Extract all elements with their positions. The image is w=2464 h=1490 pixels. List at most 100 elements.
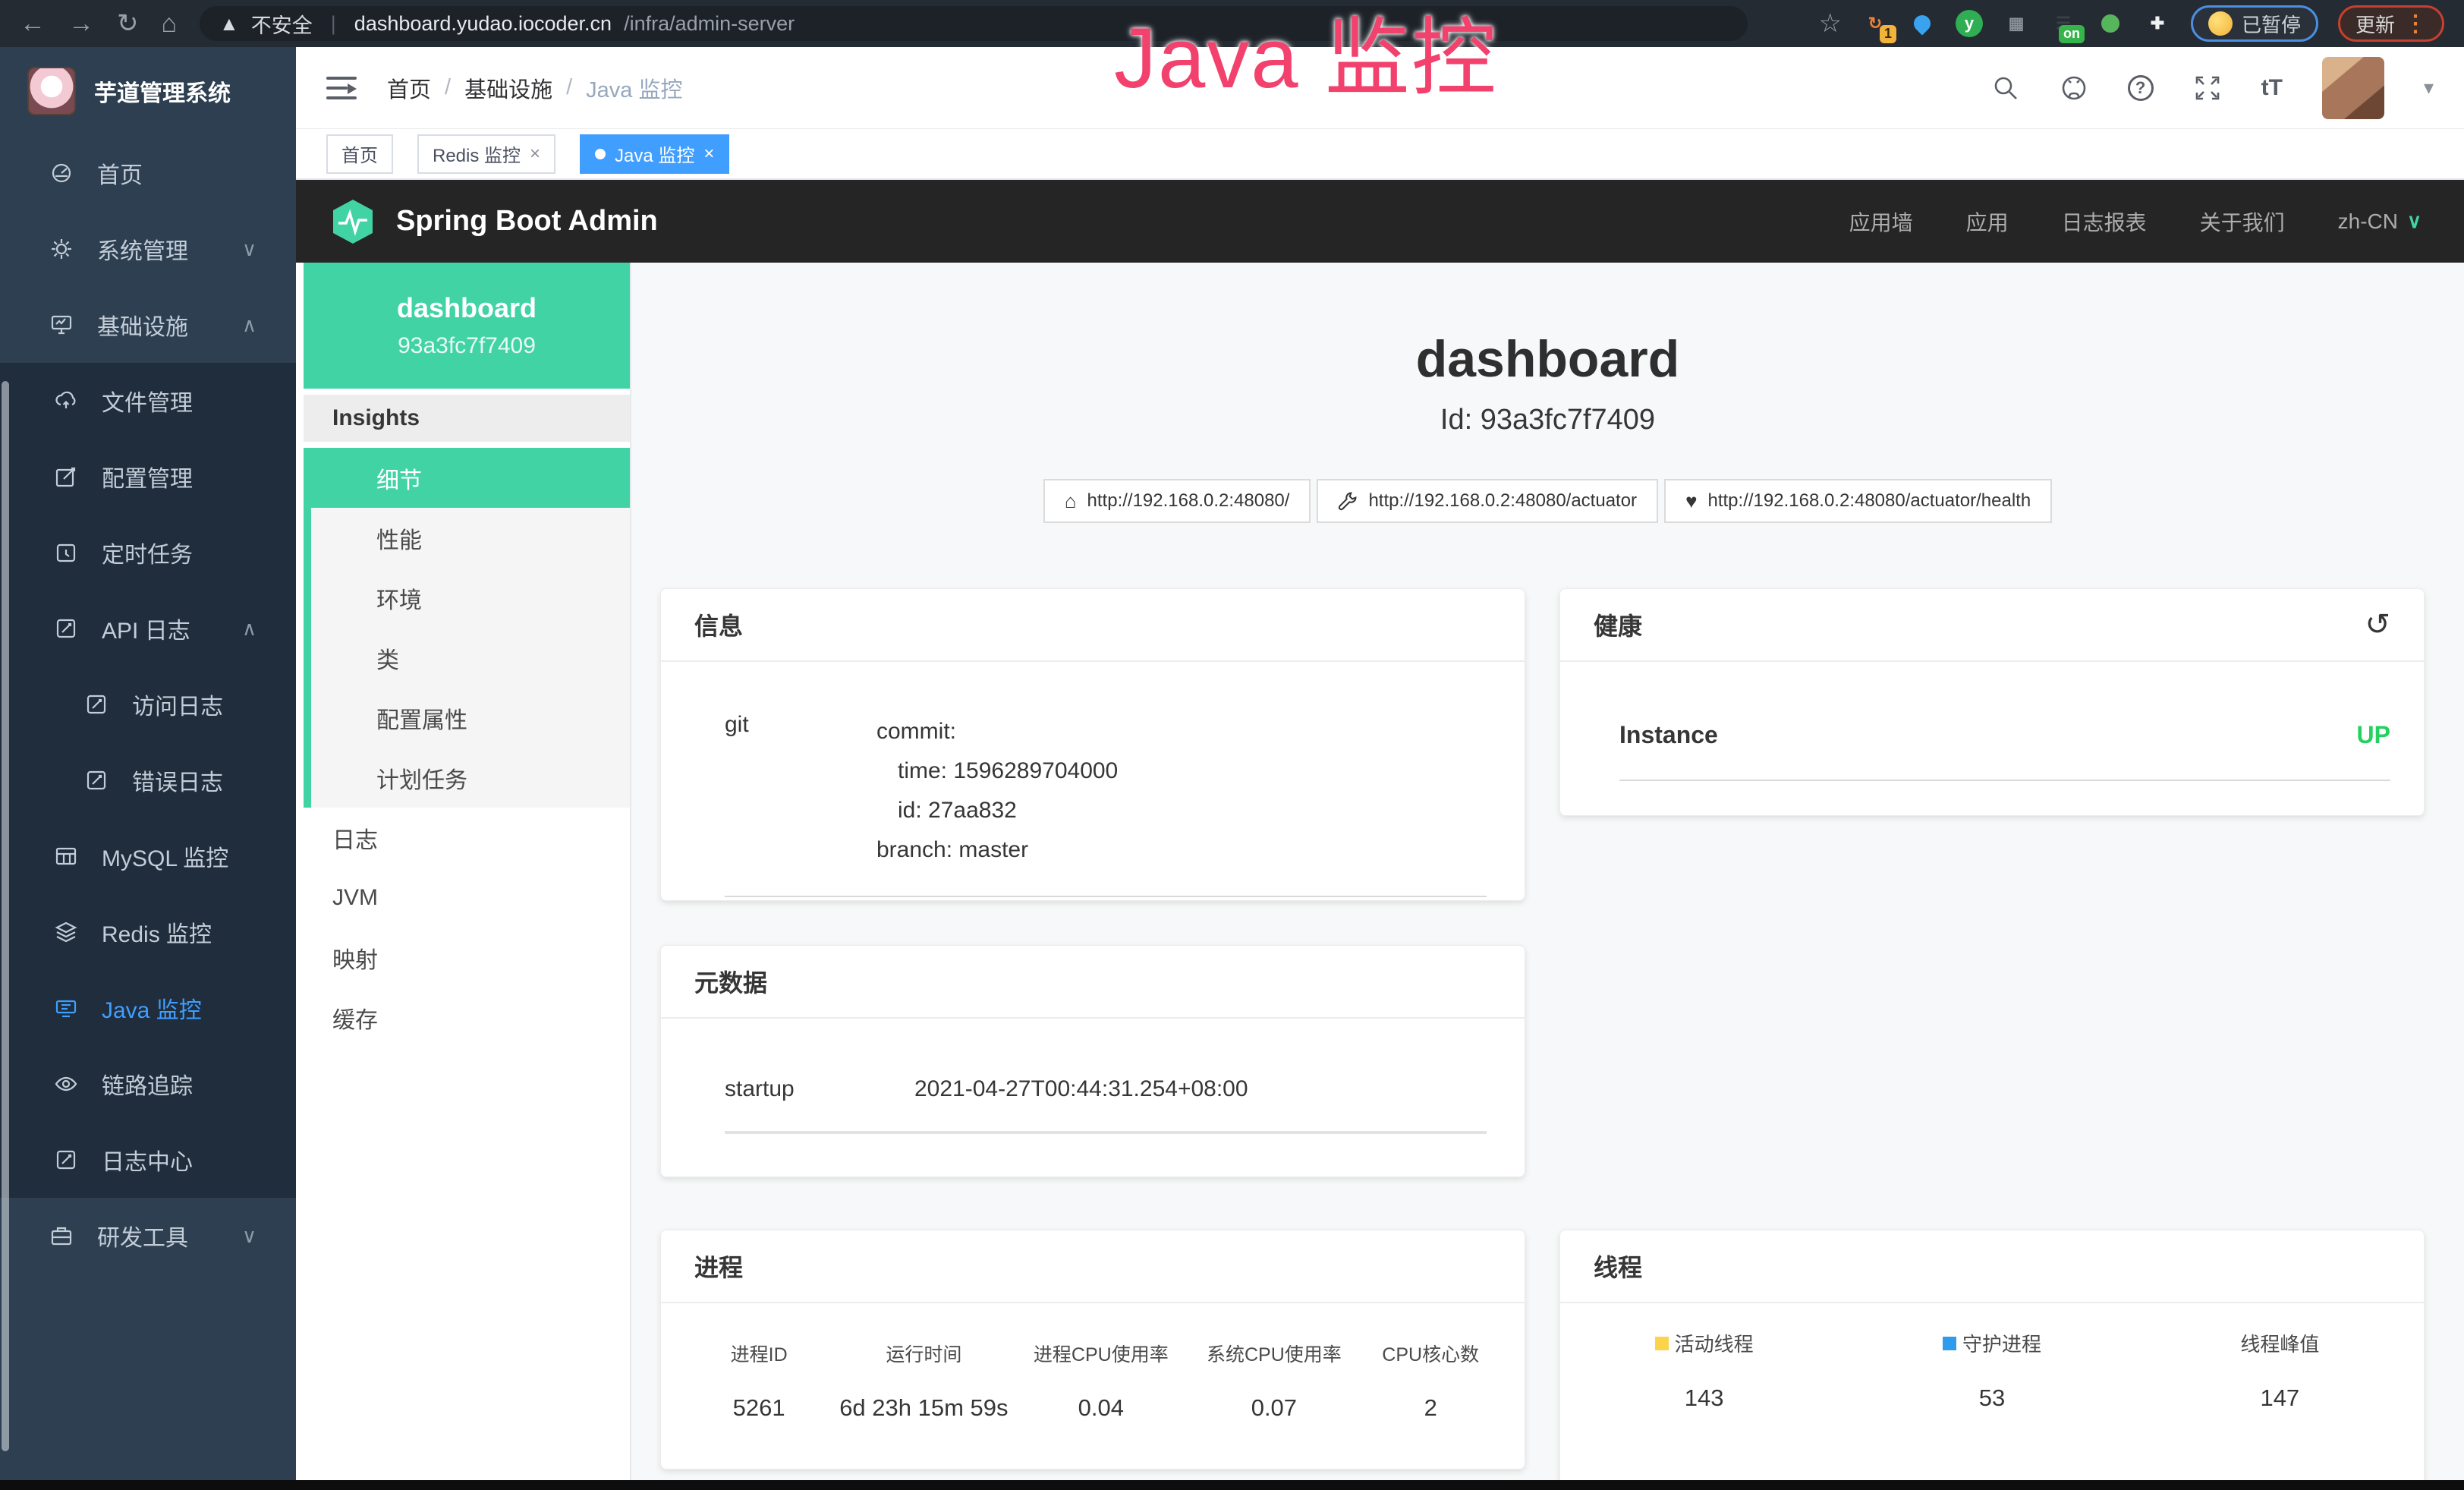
- extension-y-icon[interactable]: y: [1956, 10, 1983, 37]
- legend-label: 守护进程: [1962, 1329, 2041, 1357]
- health-card-title: 健康: [1594, 607, 1642, 642]
- sidebar-label: API 日志: [102, 612, 190, 645]
- profile-paused-chip[interactable]: 已暂停: [2191, 5, 2318, 42]
- extension-grid-icon[interactable]: ▦: [2003, 10, 2030, 37]
- sidebar-item-log-center[interactable]: 日志中心: [0, 1122, 296, 1198]
- metadata-key: startup: [725, 1076, 914, 1102]
- breadcrumb-home[interactable]: 首页: [387, 72, 431, 104]
- sidebar-item-dev-tools[interactable]: 研发工具 ∨: [0, 1198, 296, 1274]
- sidebar-label: Redis 监控: [102, 915, 212, 949]
- live-threads-value: 143: [1560, 1384, 1848, 1412]
- insights-item-metrics[interactable]: 性能: [311, 508, 630, 568]
- sidebar-item-trace[interactable]: 链路追踪: [0, 1046, 296, 1122]
- not-secure-label: 不安全: [251, 9, 313, 39]
- instance-item-logs[interactable]: 日志: [296, 808, 630, 868]
- app-logo-row[interactable]: 芋道管理系统: [0, 47, 296, 135]
- help-icon[interactable]: ?: [2128, 75, 2154, 101]
- sidebar-label: MySQL 监控: [102, 840, 228, 873]
- health-instance-row[interactable]: Instance UP: [1619, 721, 2390, 781]
- home-icon[interactable]: ⌂: [162, 11, 178, 36]
- sidebar-item-api-log[interactable]: API 日志 ∧: [0, 591, 296, 666]
- search-icon[interactable]: [1991, 74, 2020, 102]
- table-icon: [55, 845, 77, 868]
- instance-item-mappings[interactable]: 映射: [296, 928, 630, 988]
- sidebar-item-mysql[interactable]: MySQL 监控: [0, 818, 296, 894]
- avatar[interactable]: [2322, 57, 2384, 119]
- instance-links-row: ⌂ http://192.168.0.2:48080/ http://192.1…: [631, 479, 2464, 523]
- legend-label: 活动线程: [1675, 1329, 1754, 1357]
- update-browser-button[interactable]: 更新 ⋮: [2338, 5, 2444, 42]
- bookmark-star-icon[interactable]: ☆: [1818, 11, 1841, 36]
- sidebar-item-java[interactable]: Java 监控: [0, 970, 296, 1046]
- hamburger-icon[interactable]: [326, 75, 357, 101]
- insights-item-environment[interactable]: 环境: [311, 568, 630, 628]
- sba-link-applications[interactable]: 应用: [1966, 206, 2009, 237]
- process-pid: 5261: [681, 1394, 837, 1422]
- sidebar-scrollbar[interactable]: [2, 381, 9, 1451]
- insights-item-details[interactable]: 细节: [311, 448, 630, 508]
- sidebar-item-redis[interactable]: Redis 监控: [0, 894, 296, 970]
- reload-icon[interactable]: ↻: [117, 11, 139, 36]
- page-head: dashboard Id: 93a3fc7f7409 ⌂ http://192.…: [631, 263, 2464, 523]
- instance-item-caches[interactable]: 缓存: [296, 988, 630, 1047]
- fullscreen-icon[interactable]: [2193, 74, 2222, 102]
- insights-item-scheduled-tasks[interactable]: 计划任务: [311, 748, 630, 808]
- service-url-button[interactable]: ⌂ http://192.168.0.2:48080/: [1043, 479, 1311, 523]
- extension-list-icon[interactable]: ☰on: [2050, 10, 2077, 37]
- process-card-body: 进程ID 运行时间 进程CPU使用率 系统CPU使用率 CPU核心数 5261 …: [661, 1303, 1525, 1422]
- service-url: http://192.168.0.2:48080/: [1087, 490, 1290, 512]
- extension-sync-icon[interactable]: ↻1: [1861, 10, 1889, 37]
- sba-link-journal[interactable]: 日志报表: [2062, 206, 2147, 237]
- threads-card-header: 线程: [1560, 1230, 2424, 1303]
- address-bar[interactable]: ▲ 不安全 | dashboard.yudao.iocoder.cn/infra…: [200, 6, 1748, 41]
- health-url-button[interactable]: ♥ http://192.168.0.2:48080/actuator/heal…: [1664, 479, 2052, 523]
- git-time-line: time: 1596289704000: [898, 751, 1487, 791]
- instance-header[interactable]: dashboard 93a3fc7f7409: [304, 263, 630, 389]
- tab-redis-monitor[interactable]: Redis 监控 ×: [417, 134, 555, 174]
- instance-item-jvm[interactable]: JVM: [296, 868, 630, 928]
- process-card-title: 进程: [694, 1249, 743, 1284]
- sidebar-item-home[interactable]: 首页: [0, 135, 296, 211]
- avatar-caret-icon[interactable]: ▾: [2424, 76, 2434, 99]
- actuator-url: http://192.168.0.2:48080/actuator: [1368, 490, 1637, 512]
- actuator-url-button[interactable]: http://192.168.0.2:48080/actuator: [1317, 479, 1658, 523]
- process-card-header: 进程: [661, 1230, 1525, 1303]
- close-icon[interactable]: ×: [703, 143, 714, 165]
- extensions-puzzle-icon[interactable]: ✚: [2144, 10, 2171, 37]
- extension-pin-icon[interactable]: [1909, 10, 1936, 37]
- extension-search-icon[interactable]: [2097, 10, 2124, 37]
- chevron-down-icon: ∨: [242, 238, 256, 261]
- info-value: commit: time: 1596289704000 id: 27aa832 …: [876, 712, 1487, 870]
- sidebar-item-file[interactable]: 文件管理: [0, 363, 296, 439]
- sidebar-item-config[interactable]: 配置管理: [0, 439, 296, 515]
- text-size-icon[interactable]: tT: [2261, 75, 2283, 101]
- close-icon[interactable]: ×: [530, 143, 540, 165]
- insights-item-config-props[interactable]: 配置属性: [311, 688, 630, 748]
- sba-link-about[interactable]: 关于我们: [2200, 206, 2285, 237]
- sidebar-item-infra[interactable]: 基础设施 ∧: [0, 287, 296, 363]
- back-icon[interactable]: ←: [20, 11, 46, 36]
- browser-menu-kebab-icon[interactable]: ⋮: [2404, 11, 2427, 37]
- health-card-body: Instance UP: [1560, 662, 2424, 781]
- chevron-down-icon: ∨: [2407, 209, 2422, 233]
- locale-select[interactable]: zh-CN ∨: [2338, 209, 2422, 234]
- tab-java-monitor[interactable]: Java 监控 ×: [580, 134, 729, 174]
- sidebar-item-job[interactable]: 定时任务: [0, 515, 296, 591]
- layers-icon: [55, 921, 77, 943]
- sidebar-item-access-log[interactable]: 访问日志: [0, 666, 296, 742]
- sidebar-item-error-log[interactable]: 错误日志: [0, 742, 296, 818]
- sba-brand[interactable]: Spring Boot Admin: [329, 198, 658, 245]
- sba-link-wallboard[interactable]: 应用墙: [1849, 206, 1913, 237]
- github-icon[interactable]: [2060, 74, 2088, 102]
- history-icon[interactable]: ↺: [2365, 607, 2390, 642]
- tab-home[interactable]: 首页: [326, 134, 393, 174]
- breadcrumb-infra[interactable]: 基础设施: [464, 72, 552, 104]
- sidebar-label: 系统管理: [97, 232, 188, 266]
- tab-label: 首页: [341, 140, 378, 167]
- sidebar-item-system[interactable]: 系统管理 ∨: [0, 211, 296, 287]
- log-edit-icon: [55, 617, 77, 640]
- forward-icon[interactable]: →: [68, 11, 94, 36]
- process-cpu: 0.04: [1010, 1394, 1191, 1422]
- insights-item-classes[interactable]: 类: [311, 628, 630, 688]
- process-col-process-cpu: 进程CPU使用率: [1010, 1340, 1191, 1367]
